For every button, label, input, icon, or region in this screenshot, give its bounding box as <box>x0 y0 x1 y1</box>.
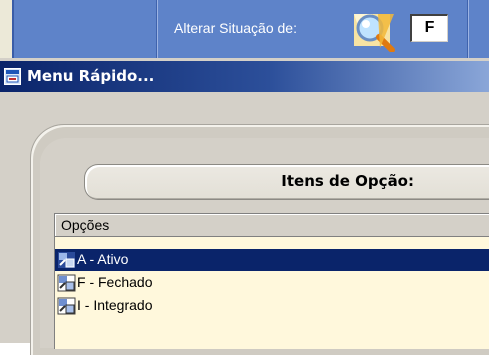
list-item-icon <box>58 252 75 268</box>
toolbar-separator <box>468 0 469 58</box>
list-item-label: I - Integrado <box>77 297 153 313</box>
app-window-icon <box>4 68 21 85</box>
column-header-options[interactable] <box>55 214 489 237</box>
window-title: Menu Rápido... <box>27 67 155 85</box>
list-item-icon <box>57 274 76 292</box>
status-code-input[interactable]: F <box>410 14 448 42</box>
status-change-label: Alterar Situação de: <box>174 20 297 36</box>
toolbar-separator <box>12 0 14 58</box>
magnifier-icon[interactable] <box>350 8 396 52</box>
options-header: Itens de Opção: <box>281 172 414 190</box>
toolbar-separator <box>157 0 158 58</box>
column-header-label: Opções <box>61 217 110 233</box>
list-item-label: A - Ativo <box>77 251 129 267</box>
list-item-icon <box>57 297 76 315</box>
list-item-label: F - Fechado <box>77 274 153 290</box>
